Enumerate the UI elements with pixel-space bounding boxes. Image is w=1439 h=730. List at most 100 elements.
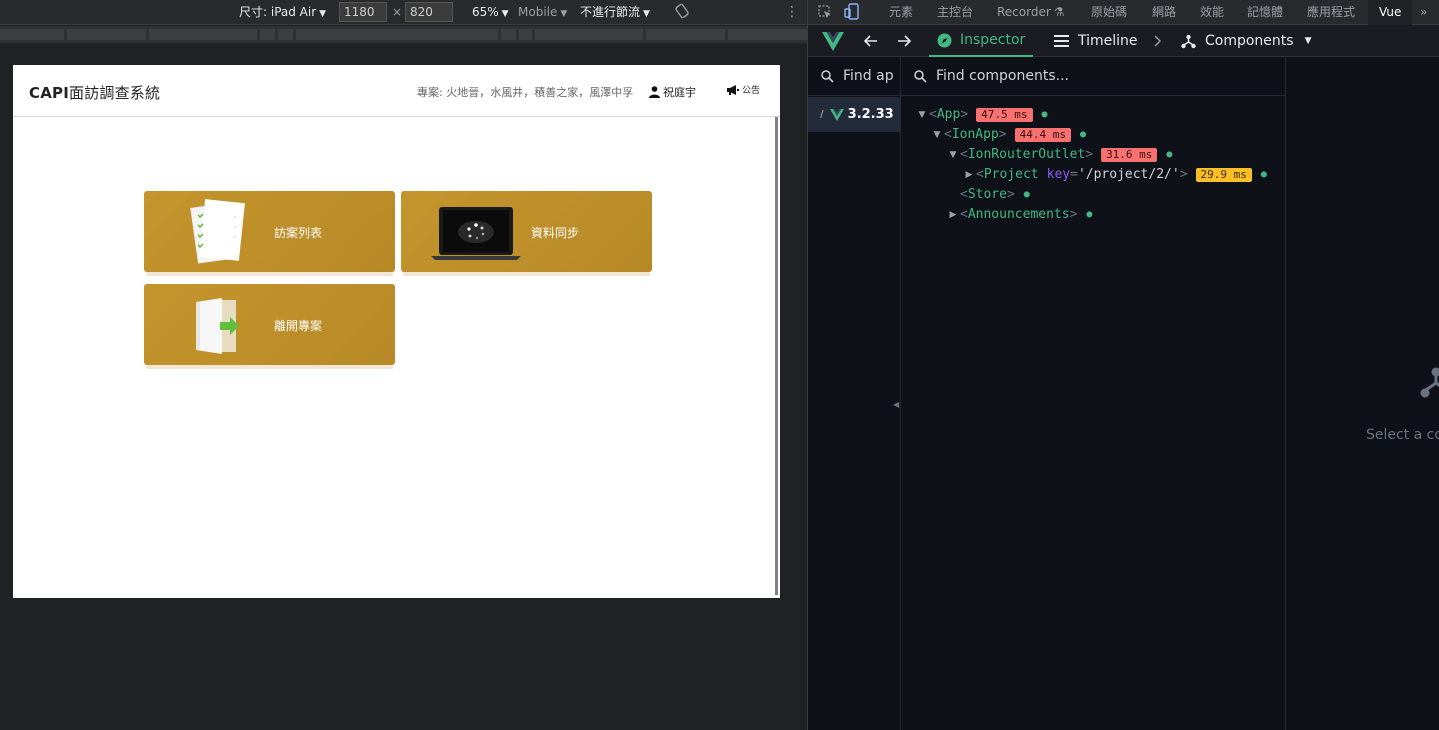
expanded-caret-icon[interactable]: ▼ <box>946 145 960 165</box>
leave-project-card[interactable]: 離開專案 <box>144 284 395 365</box>
app-title-bold: CAPI <box>29 84 69 102</box>
throttle-value: 不進行節流 <box>580 5 641 19</box>
tab-elements[interactable]: 元素 <box>889 0 913 25</box>
more-options-icon[interactable]: ⋮ <box>785 0 799 25</box>
tree-node-store[interactable]: < Store > ● <box>960 185 1030 205</box>
timeline-icon <box>1054 35 1069 47</box>
height-input[interactable]: 820 <box>405 2 453 22</box>
tab-sources[interactable]: 原始碼 <box>1091 0 1127 25</box>
status-dot-icon: ● <box>1260 169 1267 180</box>
status-dot-icon: ● <box>1079 129 1087 140</box>
tag-close: > <box>998 127 1007 142</box>
tree-node-ionrouteroutlet[interactable]: ▼ < IonRouterOutlet > 31.6 ms ● <box>946 145 1172 165</box>
app-marker: / <box>820 109 824 120</box>
collapse-handle-icon[interactable]: ◀ <box>893 400 899 409</box>
tag-open: < <box>960 187 968 202</box>
chevron-right-icon <box>1153 25 1161 57</box>
device-viewport: CAPI面訪調查系統 專案: 火地晉，水風井，積善之家，風澤中孚 祝庭宇 公告 <box>13 65 780 598</box>
megaphone-icon <box>727 84 739 95</box>
tab-memory[interactable]: 記憶體 <box>1247 0 1283 25</box>
media-query-ruler <box>0 26 807 43</box>
app-version-label: 3.2.33 <box>847 107 894 122</box>
app-scrollbar[interactable] <box>775 117 778 595</box>
components-icon <box>1420 367 1439 398</box>
device-selector[interactable]: 尺寸: iPad Air ▼ <box>239 0 326 25</box>
case-list-card[interactable]: 訪案列表 <box>144 191 395 272</box>
components-label: Components <box>1205 32 1294 49</box>
tab-recorder[interactable]: Recorder ⚗ <box>997 0 1065 25</box>
apps-search-placeholder: Find ap <box>843 68 894 84</box>
tree-node-project[interactable]: ▶ < Project key = '/project/2/' > 29.9 ms ● <box>962 165 1267 185</box>
tab-timeline[interactable]: Timeline <box>1054 25 1138 57</box>
tag-open: < <box>960 207 968 222</box>
case-list-label: 訪案列表 <box>274 226 323 240</box>
ruler-segment[interactable] <box>535 29 643 40</box>
forward-arrow-icon[interactable] <box>897 25 911 57</box>
apps-search[interactable]: Find ap <box>808 57 900 96</box>
tag-close: > <box>1085 147 1094 162</box>
render-time-badge: 47.5 ms <box>976 108 1033 122</box>
components-search[interactable]: Find components... <box>901 57 1285 96</box>
laptop-sync-icon <box>431 207 521 260</box>
apps-column: Find ap / 3.2.33 ◀ <box>808 57 901 730</box>
notice-button[interactable]: 公告 <box>726 83 760 96</box>
tree-node-ionapp[interactable]: ▼ < IonApp > 44.4 ms ● <box>930 125 1086 145</box>
ruler-segment[interactable] <box>296 29 498 40</box>
user-icon <box>649 86 660 98</box>
component-name: App <box>936 107 961 122</box>
exit-door-icon <box>196 298 239 354</box>
component-name: Project <box>983 167 1039 182</box>
device-emulation-pane: 尺寸: iPad Air ▼ 1180 × 820 65% ▼ Mobile ▼ 不進… <box>0 0 807 730</box>
back-arrow-icon[interactable] <box>864 25 878 57</box>
ruler-segment[interactable] <box>728 29 807 40</box>
data-sync-label: 資料同步 <box>531 226 580 240</box>
select-component-hint: Select a co <box>1366 427 1439 443</box>
collapsed-caret-icon[interactable]: ▶ <box>962 165 976 185</box>
inspect-element-icon[interactable] <box>818 4 833 21</box>
attr-value: '/project/2/' <box>1077 167 1180 182</box>
more-tabs-icon[interactable]: » <box>1420 0 1427 25</box>
ruler-segment[interactable] <box>501 29 516 40</box>
caret-down-icon: ▼ <box>1304 35 1312 46</box>
width-input[interactable]: 1180 <box>339 2 387 22</box>
expanded-caret-icon[interactable]: ▼ <box>915 105 929 125</box>
components-selector[interactable]: Components ▼ <box>1181 25 1312 57</box>
ruler-segment[interactable] <box>519 29 532 40</box>
tab-performance[interactable]: 效能 <box>1200 0 1224 25</box>
project-list-text: 專案: 火地晉，水風井，積善之家，風澤中孚 <box>417 86 634 99</box>
mode-selector[interactable]: Mobile ▼ <box>518 0 567 25</box>
ruler-segment[interactable] <box>646 29 725 40</box>
component-tree-column: Find components... ▼ < App > 47.5 ms ● ▼ <… <box>901 57 1286 730</box>
tab-inspector[interactable]: Inspector <box>929 25 1034 57</box>
ruler-segment[interactable] <box>278 29 293 40</box>
collapsed-caret-icon[interactable]: ▶ <box>946 205 960 225</box>
user-menu[interactable]: 祝庭宇 <box>649 84 696 100</box>
component-name: IonRouterOutlet <box>967 147 1086 162</box>
caret-down-icon: ▼ <box>319 9 327 19</box>
leave-project-label: 離開專案 <box>274 319 323 333</box>
tab-application[interactable]: 應用程式 <box>1307 0 1355 25</box>
device-toggle-icon[interactable] <box>844 3 859 21</box>
compass-icon <box>937 33 952 47</box>
ruler-segment[interactable] <box>149 29 257 40</box>
expanded-caret-icon[interactable]: ▼ <box>930 125 944 145</box>
caret-down-icon: ▼ <box>560 9 568 19</box>
tab-console[interactable]: 主控台 <box>937 0 973 25</box>
app-list-item[interactable]: / 3.2.33 <box>808 97 900 132</box>
ruler-segment[interactable] <box>67 29 146 40</box>
tree-node-app[interactable]: ▼ < App > 47.5 ms ● <box>915 105 1048 125</box>
data-sync-card[interactable]: 資料同步 <box>401 191 652 272</box>
caret-down-icon: ▼ <box>643 9 650 19</box>
timeline-label: Timeline <box>1078 32 1138 49</box>
throttle-selector[interactable]: 不進行節流 ▼ <box>580 0 650 25</box>
zoom-selector[interactable]: 65% ▼ <box>472 0 509 25</box>
render-time-badge: 44.4 ms <box>1014 128 1071 142</box>
render-time-badge: 29.9 ms <box>1195 168 1252 182</box>
tab-network[interactable]: 網路 <box>1152 0 1176 25</box>
tree-node-announcements[interactable]: ▶ < Announcements > ● <box>946 205 1093 225</box>
ruler-segment[interactable] <box>260 29 275 40</box>
rotate-icon[interactable] <box>674 3 690 21</box>
tab-vue[interactable]: Vue <box>1368 0 1413 25</box>
component-name: IonApp <box>951 127 999 142</box>
ruler-segment[interactable] <box>0 29 64 40</box>
